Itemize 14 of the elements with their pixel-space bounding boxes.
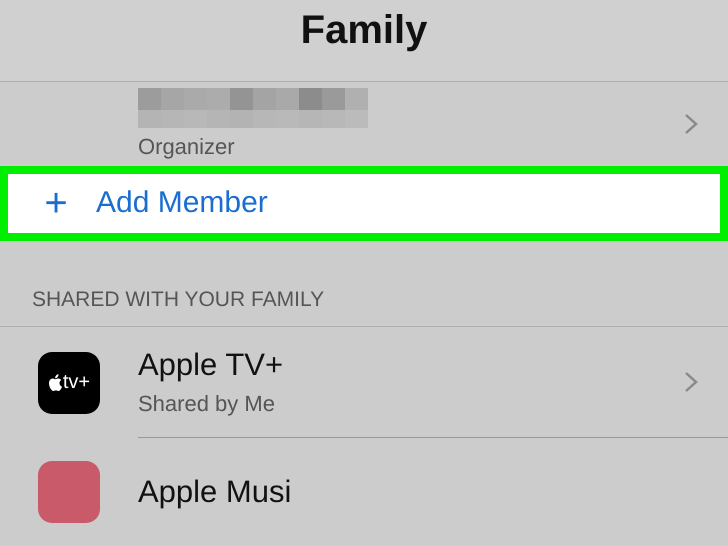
service-subtitle: Shared by Me — [138, 391, 276, 417]
add-member-button[interactable]: + Add Member — [0, 166, 728, 241]
service-title: Apple TV+ — [138, 347, 284, 383]
section-header: SHARED WITH YOUR FAMILY — [31, 288, 326, 313]
tv-app-icon: tv+ — [38, 352, 100, 414]
organizer-row[interactable]: Organizer — [0, 82, 728, 166]
music-app-icon — [38, 461, 100, 523]
service-row[interactable]: Apple Musi — [0, 438, 728, 546]
screen-title: Family — [300, 8, 428, 54]
chevron-icon — [684, 113, 698, 136]
service-row[interactable]: tv+ Apple TV+ Shared by Me — [0, 327, 728, 438]
organizer-label: Organizer — [138, 134, 236, 160]
service-title: Apple Musi — [138, 474, 292, 510]
chevron-icon — [684, 371, 698, 393]
